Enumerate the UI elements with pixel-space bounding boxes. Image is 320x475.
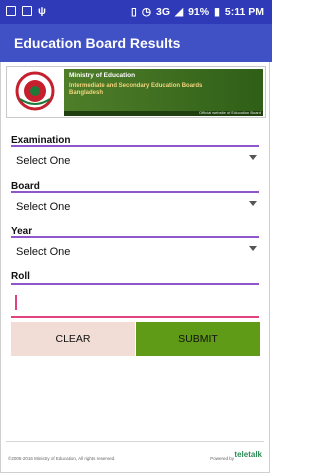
image-icon — [22, 6, 32, 16]
app-title: Education Board Results — [14, 35, 181, 51]
banner-green-panel: Ministry of Education Intermediate and S… — [64, 69, 263, 111]
examination-selected-value: Select One — [16, 155, 71, 167]
app-bar: Education Board Results — [0, 24, 272, 62]
board-select[interactable]: Select One — [11, 195, 259, 221]
battery-icon: ▮ — [214, 6, 220, 18]
board-selected-value: Select One — [16, 201, 71, 213]
government-seal-logo — [10, 70, 60, 112]
ministry-title: Ministry of Education — [69, 72, 136, 79]
year-selected-value: Select One — [16, 246, 71, 258]
banner-strip: Official website of Education Board — [64, 110, 263, 116]
usb-icon: ψ — [38, 5, 46, 17]
powered-by-text: Powered by — [210, 456, 234, 461]
battery-percent: 91% — [188, 6, 210, 18]
dropdown-arrow-icon — [249, 201, 257, 206]
text-cursor — [15, 295, 17, 310]
facebook-icon — [6, 6, 16, 16]
roll-label: Roll — [11, 271, 30, 282]
roll-input[interactable] — [11, 290, 259, 318]
dropdown-arrow-icon — [249, 246, 257, 251]
clock: 5:11 PM — [224, 6, 264, 18]
boards-title: Intermediate and Secondary Education Boa… — [69, 83, 203, 96]
education-banner: Ministry of Education Intermediate and S… — [6, 66, 266, 118]
year-underline — [11, 236, 259, 238]
dropdown-arrow-icon — [249, 155, 257, 160]
footer: ©2005-2016 Ministry of Education, All ri… — [6, 441, 264, 467]
official-website-text: Official website of Education Board — [199, 110, 261, 115]
vibrate-icon: ▯ — [131, 6, 137, 18]
alarm-icon: ◷ — [141, 6, 151, 18]
signal-icon: ◢ — [175, 6, 184, 18]
copyright-text: ©2005-2016 Ministry of Education, All ri… — [8, 456, 116, 461]
network-type: 3G — [156, 6, 171, 18]
examination-select[interactable]: Select One — [11, 149, 259, 175]
roll-label-underline — [11, 283, 259, 285]
examination-underline — [11, 145, 259, 147]
status-bar: ψ ▯ ◷ 3G ◢ 91% ▮ 5:11 PM — [0, 0, 272, 24]
teletalk-logo: teletalk — [234, 450, 262, 459]
submit-button[interactable]: SUBMIT — [136, 322, 260, 356]
year-select[interactable]: Select One — [11, 240, 259, 266]
board-underline — [11, 191, 259, 193]
clear-button[interactable]: CLEAR — [11, 322, 135, 356]
